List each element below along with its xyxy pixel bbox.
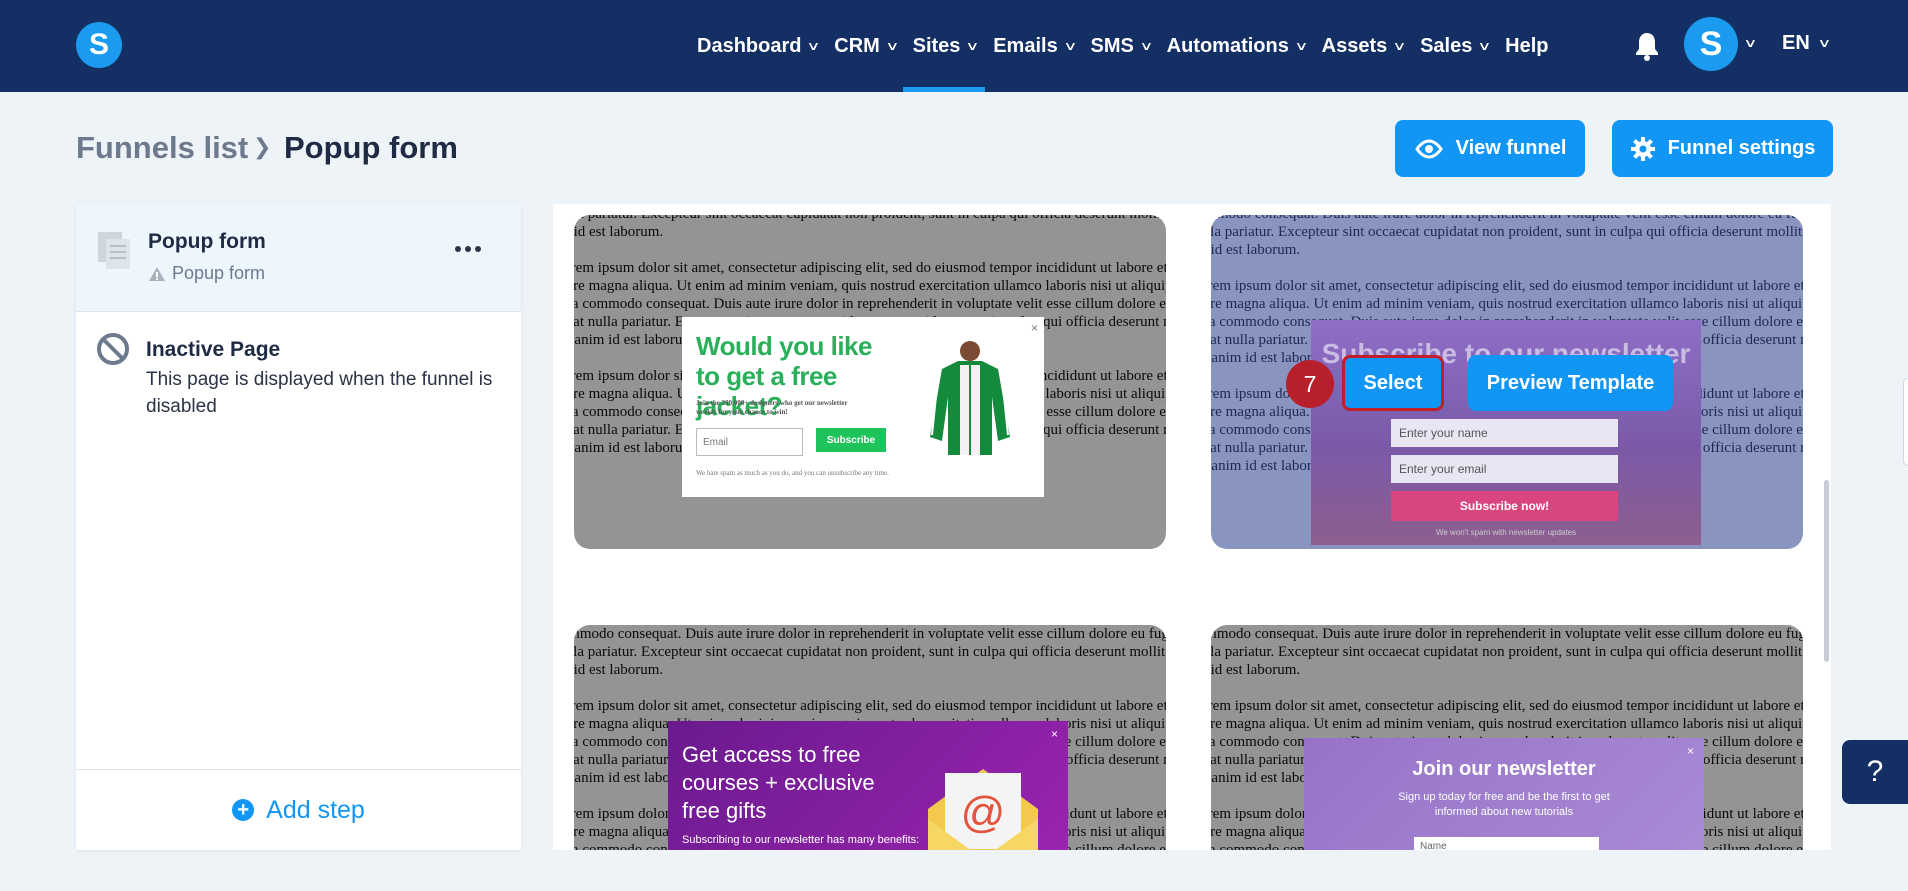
popup-text: Join the 200,000+ designers who get our … — [696, 399, 848, 416]
nav-crm-label: CRM — [834, 34, 880, 57]
nav-dashboard[interactable]: Dashboard ∨ — [697, 0, 821, 92]
main-nav: Dashboard ∨ CRM ∨ Sites ∨ Emails ∨ SMS ∨ Auto… — [697, 0, 1564, 92]
breadcrumb-funnels-list[interactable]: Funnels list — [76, 130, 248, 166]
envelope-icon: @ — [928, 769, 1038, 850]
chevron-down-icon: ∨ — [965, 39, 980, 53]
chevron-down-icon: ∨ — [885, 39, 900, 53]
chevron-down-icon[interactable]: ∨ — [1743, 36, 1757, 50]
funnel-steps-panel: Popup form Popup form Inactive Page This… — [76, 204, 521, 850]
preview-template-button[interactable]: Preview Template — [1468, 355, 1673, 411]
add-step-label: Add step — [266, 795, 365, 824]
close-icon: × — [1050, 727, 1058, 741]
plus-circle-icon: + — [232, 799, 255, 821]
step-subtitle-text: Popup form — [172, 263, 266, 283]
add-step-button[interactable]: + Add step — [76, 769, 521, 850]
nav-sites-label: Sites — [912, 34, 961, 57]
popup-text: Sign up today for free and be the first … — [1398, 791, 1610, 818]
popup-subscribe-button: Subscribe now! — [1391, 491, 1618, 521]
nav-crm[interactable]: CRM ∨ — [834, 0, 900, 92]
popup-preview: Subscribe to our newsletter Enter your n… — [1311, 320, 1701, 545]
popup-email-input: Email — [696, 428, 803, 456]
chevron-down-icon: ∨ — [1139, 39, 1154, 53]
help-button[interactable]: ? — [1842, 740, 1908, 804]
nav-assets-label: Assets — [1321, 34, 1388, 57]
chevron-down-icon: ∨ — [1294, 39, 1309, 53]
inactive-page-title[interactable]: Inactive Page — [146, 338, 280, 362]
gallery-scrollbar[interactable] — [1824, 480, 1829, 662]
step-marker-badge: 7 — [1286, 360, 1334, 408]
step-subtitle: Popup form — [148, 263, 265, 284]
top-navbar: S Dashboard ∨ CRM ∨ Sites ∨ Emails ∨ SMS ∨ Au… — [0, 0, 1908, 92]
nav-automations-label: Automations — [1166, 34, 1289, 57]
select-template-button[interactable]: Select — [1342, 355, 1444, 411]
template-card-courses[interactable]: commodo consequat. Duis aute irure dolor… — [574, 625, 1166, 850]
popup-footer: We won't spam with newsletter updates — [1435, 528, 1577, 537]
close-icon: × — [1686, 744, 1694, 758]
language-selector[interactable]: EN — [1782, 32, 1810, 55]
chevron-down-icon: ∨ — [806, 39, 821, 53]
chevron-down-icon: ∨ — [1477, 39, 1492, 53]
step-title: Popup form — [148, 230, 266, 253]
popup-footer: We hate spam as much as you do, and you … — [696, 469, 889, 477]
popup-title: Join our newsletter — [1412, 758, 1596, 780]
nav-sms[interactable]: SMS ∨ — [1090, 0, 1154, 92]
nav-emails-label: Emails — [993, 34, 1058, 57]
nav-help[interactable]: Help — [1505, 0, 1548, 92]
more-options-icon[interactable] — [445, 234, 491, 264]
view-funnel-button[interactable]: View funnel — [1395, 120, 1585, 177]
page-title: Popup form — [284, 130, 458, 165]
inactive-page-description: This page is displayed when the funnel i… — [146, 369, 493, 417]
nav-automations[interactable]: Automations ∨ — [1166, 0, 1309, 92]
jacket-image — [930, 341, 1010, 455]
warning-icon — [149, 266, 165, 281]
template-gallery: nulla pariatur. Excepteur sint occaecat … — [553, 204, 1831, 850]
popup-email-input: Enter your email — [1391, 455, 1618, 483]
popup-text: Subscribing to our newsletter has many b… — [682, 834, 920, 846]
popup-preview: × Get access to free courses + exclusive… — [668, 721, 1068, 850]
nav-sms-label: SMS — [1090, 34, 1134, 57]
nav-assets[interactable]: Assets ∨ — [1321, 0, 1407, 92]
template-card-jacket[interactable]: nulla pariatur. Excepteur sint occaecat … — [574, 215, 1166, 549]
popup-name-input: Enter your name — [1391, 419, 1618, 447]
disabled-icon — [97, 333, 129, 365]
side-panel-tab[interactable] — [1903, 378, 1908, 466]
chevron-down-icon: ∨ — [1063, 39, 1078, 53]
chevron-down-icon[interactable]: ∨ — [1817, 36, 1831, 50]
app-logo[interactable]: S — [76, 22, 122, 68]
nav-emails[interactable]: Emails ∨ — [993, 0, 1078, 92]
popup-subscribe-button: Subscribe — [816, 428, 886, 452]
nav-sites[interactable]: Sites ∨ — [902, 0, 985, 92]
step-popup-form[interactable]: Popup form Popup form — [76, 204, 521, 312]
popup-preview: × Would you like to get a free jacket? J… — [682, 317, 1044, 497]
page-icon — [98, 232, 130, 269]
eye-icon — [1414, 138, 1443, 159]
popup-title: Get access to free courses + exclusive f… — [682, 742, 875, 823]
funnel-settings-label: Funnel settings — [1667, 137, 1816, 159]
close-icon: × — [1030, 321, 1038, 335]
gear-icon — [1630, 136, 1655, 161]
bell-icon[interactable] — [1634, 31, 1660, 61]
chevron-right-icon: ❯ — [253, 134, 272, 159]
nav-sales[interactable]: Sales ∨ — [1420, 0, 1492, 92]
svg-text:@: @ — [961, 788, 1006, 837]
nav-help-label: Help — [1505, 34, 1549, 57]
funnel-settings-button[interactable]: Funnel settings — [1612, 120, 1833, 177]
nav-dashboard-label: Dashboard — [697, 34, 802, 57]
template-card-join-newsletter[interactable]: commodo consequat. Duis aute irure dolor… — [1211, 625, 1803, 850]
view-funnel-label: View funnel — [1455, 137, 1567, 159]
chevron-down-icon: ∨ — [1392, 39, 1407, 53]
user-avatar[interactable]: S — [1684, 17, 1738, 71]
popup-name-input: Name — [1414, 837, 1599, 850]
nav-sales-label: Sales — [1420, 34, 1473, 57]
popup-preview: × Join our newsletter Sign up today for … — [1304, 738, 1704, 850]
